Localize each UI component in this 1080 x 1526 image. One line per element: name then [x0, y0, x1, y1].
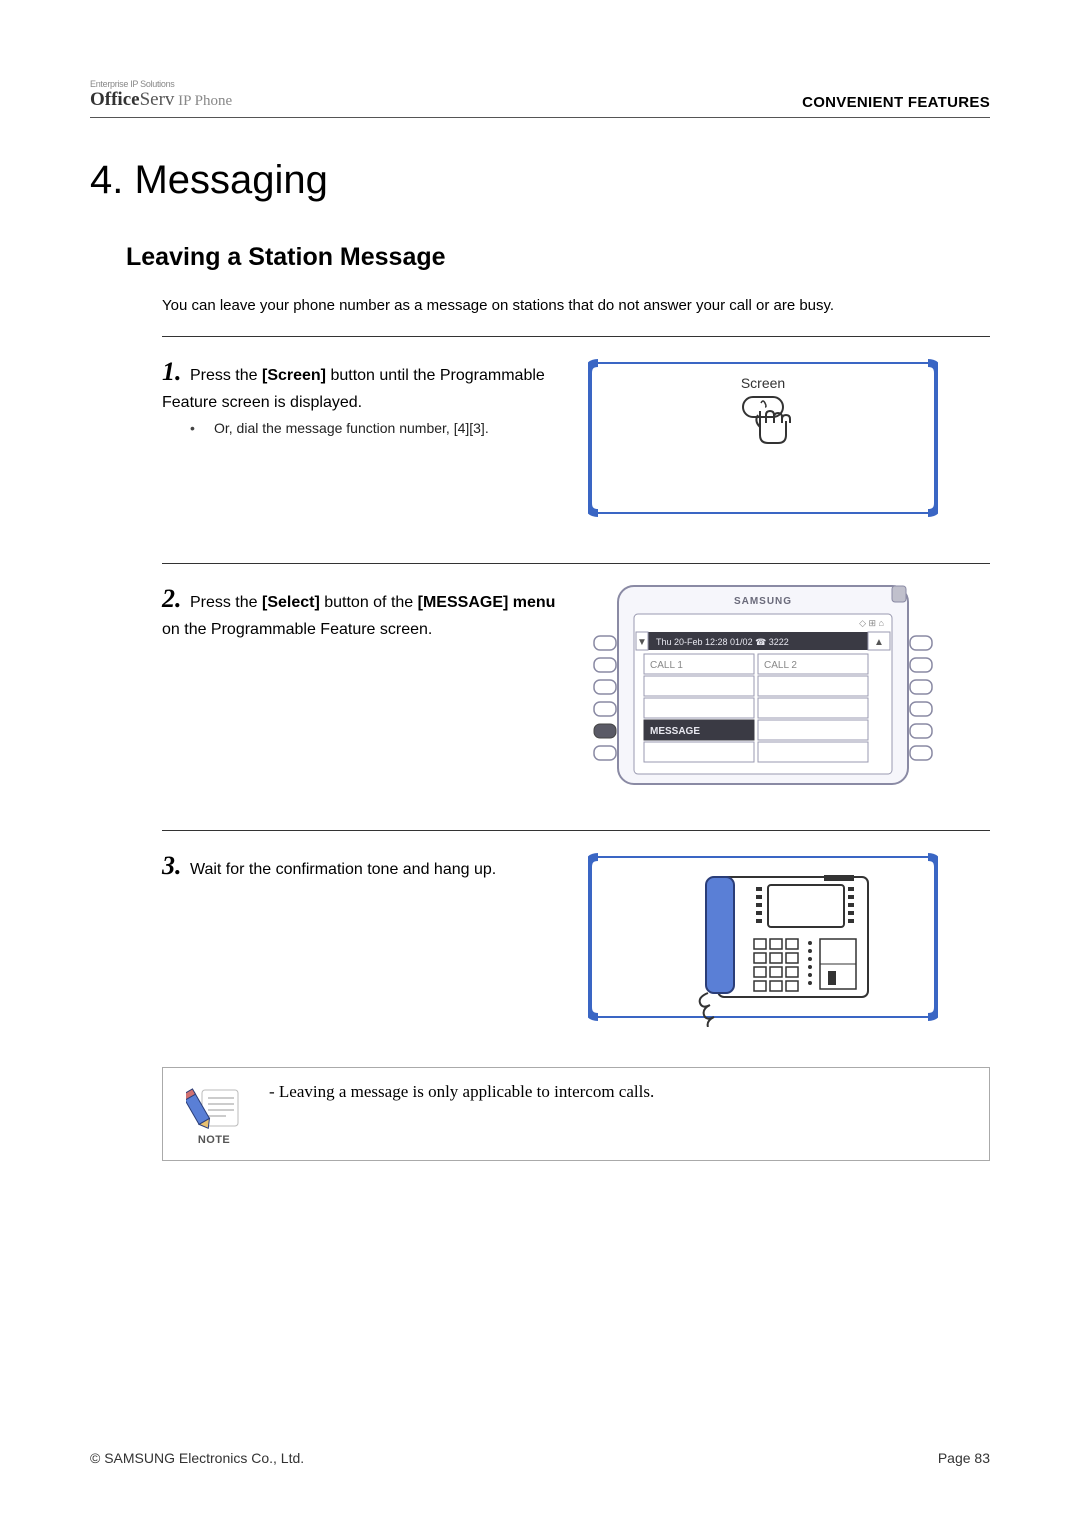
phone-svg — [588, 847, 938, 1027]
step-3-illus — [588, 847, 938, 1027]
lcd-cell-6: MESSAGE — [650, 726, 700, 737]
lcd-brand: SAMSUNG — [734, 596, 792, 607]
bullet-dot: • — [190, 420, 214, 436]
step-number: 1. — [162, 357, 182, 386]
brand-line: OfficeServ IP Phone — [90, 90, 232, 111]
lcd-cell-0: CALL 1 — [650, 660, 683, 671]
brand-block: Enterprise IP Solutions OfficeServ IP Ph… — [90, 80, 232, 111]
screen-button-label: Screen — [741, 375, 785, 391]
lcd-cell-1: CALL 2 — [764, 660, 797, 671]
step-3-text: 3. Wait for the confirmation tone and ha… — [162, 847, 572, 1027]
step-2: 2. Press the [Select] button of the [MES… — [162, 563, 990, 790]
step-1-pre: Press the — [186, 367, 262, 384]
brand-ip: IP Phone — [174, 93, 232, 109]
step-2-pre: Press the — [186, 594, 262, 611]
note-icon-block: NOTE — [179, 1082, 249, 1146]
note-icon — [186, 1082, 242, 1130]
step-number: 3. — [162, 851, 182, 880]
step-2-bold2: [MESSAGE] menu — [418, 594, 556, 611]
svg-text:▼: ▼ — [637, 637, 647, 648]
footer-page: Page 83 — [938, 1450, 990, 1466]
brand-serv: Serv — [140, 89, 175, 110]
step-2-tail: on the Programmable Feature screen. — [162, 621, 432, 638]
header-section-label: CONVENIENT FEATURES — [802, 94, 990, 111]
subsection-title: Leaving a Station Message — [126, 243, 990, 272]
page-header: Enterprise IP Solutions OfficeServ IP Ph… — [90, 80, 990, 118]
step-1-text: 1. Press the [Screen] button until the P… — [162, 353, 572, 523]
lcd-svg: SAMSUNG — [588, 580, 938, 790]
step-2-text: 2. Press the [Select] button of the [MES… — [162, 580, 572, 790]
svg-text:▲: ▲ — [874, 637, 884, 648]
page-footer: © SAMSUNG Electronics Co., Ltd. Page 83 — [90, 1450, 990, 1466]
step-2-mid: button of the — [320, 594, 418, 611]
svg-text:◇ ⊞ ⌂: ◇ ⊞ ⌂ — [859, 618, 884, 628]
step-3-pre: Wait for the confirmation tone and hang … — [186, 861, 497, 878]
page: Enterprise IP Solutions OfficeServ IP Ph… — [0, 0, 1080, 1526]
note-text: - Leaving a message is only applicable t… — [269, 1082, 973, 1102]
step-number: 2. — [162, 584, 182, 613]
intro-text: You can leave your phone number as a mes… — [162, 296, 990, 316]
step-2-illus: SAMSUNG — [588, 580, 938, 790]
step-1: 1. Press the [Screen] button until the P… — [162, 336, 990, 523]
note-label: NOTE — [179, 1134, 249, 1146]
step-3: 3. Wait for the confirmation tone and ha… — [162, 830, 990, 1027]
step-1-bold: [Screen] — [262, 367, 326, 384]
step-1-bullet: • Or, dial the message function number, … — [190, 420, 572, 436]
hand-icon — [756, 411, 790, 443]
step-2-bold1: [Select] — [262, 594, 320, 611]
lcd-dateline: Thu 20-Feb 12:28 01/02 ☎ 3222 — [656, 637, 789, 647]
step-1-illus: Screen — [588, 353, 938, 523]
section-title: 4. Messaging — [90, 158, 990, 203]
step-1-bullet-text: Or, dial the message function number, [4… — [214, 420, 489, 436]
frame-svg: Screen — [588, 353, 938, 523]
brand-office: Office — [90, 89, 140, 110]
footer-copyright: © SAMSUNG Electronics Co., Ltd. — [90, 1450, 304, 1466]
note-box: NOTE - Leaving a message is only applica… — [162, 1067, 990, 1161]
